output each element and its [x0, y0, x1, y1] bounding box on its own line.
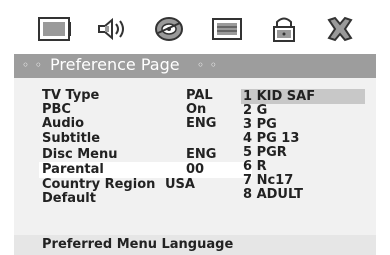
option-item[interactable]: 2 G [241, 103, 365, 118]
disc-icon[interactable] [150, 14, 188, 44]
menu-item-parental[interactable]: Parental 00 [39, 162, 252, 178]
header-dots-right: ◦ ◦ [197, 58, 218, 72]
menu-item-label: Default [42, 191, 96, 206]
video-screen-icon[interactable] [208, 14, 246, 44]
option-item[interactable]: 4 PG 13 [241, 131, 365, 146]
menu-item-audio[interactable]: Audio ENG [42, 116, 252, 132]
menu-item-disc-menu[interactable]: Disc Menu ENG [42, 147, 252, 163]
menu-item-subtitle[interactable]: Subtitle [42, 131, 252, 147]
menu-item-label: Parental [42, 162, 104, 177]
status-footer: Preferred Menu Language [14, 235, 376, 255]
option-item-highlighted[interactable]: 1 KID SAF [241, 89, 365, 104]
preference-page-header: ◦ ◦ Preference Page ◦ ◦ [14, 54, 376, 78]
tv-icon[interactable] [36, 14, 74, 44]
menu-item-value: 00 [186, 162, 205, 177]
exit-icon[interactable] [321, 14, 359, 44]
footer-hint-text: Preferred Menu Language [42, 237, 234, 252]
audio-speaker-icon[interactable] [93, 14, 131, 44]
option-item[interactable]: 5 PGR [241, 145, 365, 160]
option-item[interactable]: 7 Nc17 [241, 173, 365, 188]
menu-item-default[interactable]: Default [42, 191, 252, 207]
page-title: Preference Page [50, 55, 180, 74]
option-item[interactable]: 3 PG [241, 117, 365, 132]
menu-item-label: Subtitle [42, 131, 101, 146]
lock-icon[interactable] [265, 14, 303, 44]
menu-item-value: ENG [186, 147, 217, 162]
menu-item-value: ENG [186, 116, 217, 131]
menu-item-label: Disc Menu [42, 147, 118, 162]
menu-item-label: Audio [42, 116, 85, 131]
option-item[interactable]: 8 ADULT [241, 187, 365, 202]
dvd-setup-screen: ◦ ◦ Preference Page ◦ ◦ TV Type PAL PBC … [14, 6, 376, 255]
option-item[interactable]: 6 R [241, 159, 365, 174]
setup-icon-bar [14, 8, 376, 48]
preference-menu: TV Type PAL PBC On Audio ENG Subtitle Di… [14, 78, 376, 228]
header-dots-left: ◦ ◦ [22, 58, 43, 72]
